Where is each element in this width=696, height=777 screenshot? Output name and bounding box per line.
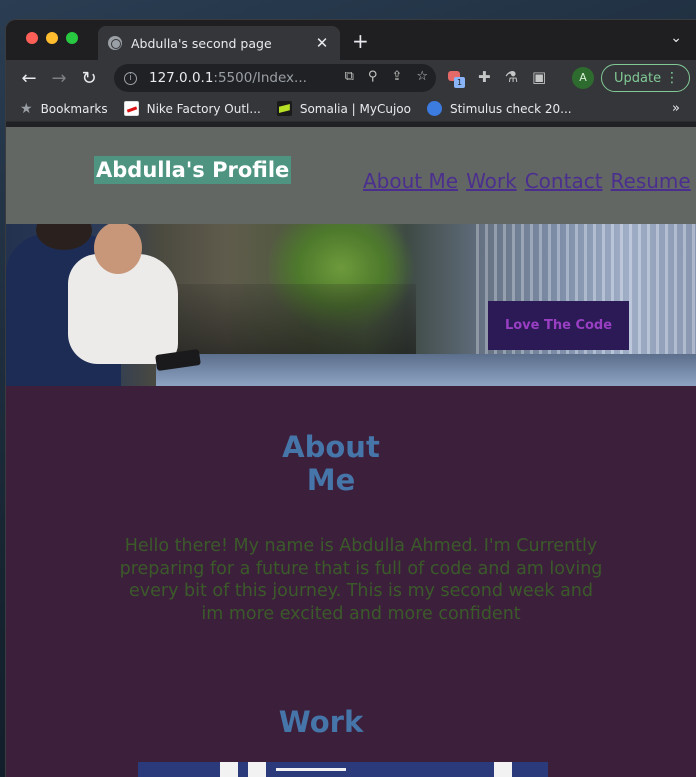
url-path: :5500/Index...: [213, 70, 307, 86]
site-nav: About Me Work Contact Resume: [363, 169, 691, 193]
stimulus-icon: [426, 101, 442, 116]
bookmark-item-bookmarks[interactable]: ★ Bookmarks: [20, 101, 108, 117]
update-button[interactable]: Update ⋮: [601, 64, 690, 92]
hero-banner-image: Love The Code: [6, 224, 696, 386]
site-title: Abdulla's Profile: [94, 156, 292, 184]
extensions-area: 1 ✚ ⚗ ▣: [448, 68, 546, 88]
browser-window: Abdulla's second page ✕ + ⌄ ← → ↻ i 127.…: [6, 20, 696, 777]
about-text: Hello there! My name is Abdulla Ahmed. I…: [119, 536, 603, 624]
flask-icon[interactable]: ⚗: [505, 68, 518, 86]
bookmarks-bar: ★ Bookmarks Nike Factory Outl... Somalia…: [6, 96, 696, 122]
bookmark-label: Bookmarks: [40, 101, 108, 116]
back-button[interactable]: ←: [14, 68, 44, 89]
tab-title: Abdulla's second page: [131, 35, 272, 51]
url-host: 127.0.0.1: [149, 70, 214, 86]
web-page: Abdulla's Profile About Me Work Contact …: [6, 127, 696, 777]
globe-icon: [108, 36, 122, 50]
zoom-icon[interactable]: ⚲: [368, 69, 378, 84]
translate-icon[interactable]: ⧉: [345, 69, 354, 84]
omnibox-actions: ⧉ ⚲ ⇪ ☆: [345, 69, 428, 84]
browser-toolbar: ← → ↻ i 127.0.0.1:5500/Index... ⧉ ⚲ ⇪ ☆ …: [6, 60, 696, 96]
tab-strip: Abdulla's second page ✕ + ⌄: [6, 20, 696, 60]
minimize-window-button[interactable]: [46, 32, 58, 44]
bookmark-item-stimulus[interactable]: Stimulus check 20...: [426, 101, 572, 116]
nav-link-resume[interactable]: Resume: [611, 169, 691, 193]
close-window-button[interactable]: [26, 32, 38, 44]
nav-link-contact[interactable]: Contact: [525, 169, 603, 193]
new-tab-button[interactable]: +: [352, 29, 369, 53]
tab-close-icon[interactable]: ✕: [314, 34, 330, 52]
work-heading: Work: [278, 705, 364, 739]
nav-link-work[interactable]: Work: [466, 169, 517, 193]
bookmark-label: Somalia | MyCujoo: [299, 101, 411, 116]
bookmarks-overflow-icon[interactable]: »: [672, 101, 680, 116]
bookmark-item-nike[interactable]: Nike Factory Outl...: [123, 101, 261, 116]
somalia-icon: [276, 101, 292, 116]
about-heading: About Me: [282, 430, 380, 497]
bookmark-star-icon[interactable]: ☆: [416, 69, 428, 84]
bookmark-label: Stimulus check 20...: [449, 101, 572, 116]
forward-button[interactable]: →: [44, 68, 74, 89]
site-header: Abdulla's Profile About Me Work Contact …: [6, 127, 696, 224]
star-icon: ★: [20, 100, 33, 117]
profile-avatar[interactable]: A: [572, 67, 594, 89]
tab-active[interactable]: Abdulla's second page ✕: [98, 26, 340, 60]
tab-search-chevron-icon[interactable]: ⌄: [670, 30, 682, 46]
reload-button[interactable]: ↻: [74, 68, 104, 89]
share-icon[interactable]: ⇪: [391, 69, 402, 84]
site-info-icon[interactable]: i: [124, 71, 137, 85]
nav-link-about[interactable]: About Me: [363, 169, 458, 193]
sidepanel-icon[interactable]: ▣: [532, 68, 546, 86]
extension-badge-icon[interactable]: 1: [448, 69, 465, 88]
update-label: Update: [614, 70, 662, 86]
nike-icon: [123, 101, 139, 116]
bookmark-label: Nike Factory Outl...: [146, 101, 261, 116]
love-the-code-button[interactable]: Love The Code: [488, 301, 629, 350]
puzzle-icon[interactable]: ✚: [478, 68, 491, 86]
work-image: [138, 762, 548, 777]
maximize-window-button[interactable]: [66, 32, 78, 44]
address-bar[interactable]: i 127.0.0.1:5500/Index... ⧉ ⚲ ⇪ ☆: [114, 64, 436, 92]
bookmark-item-somalia[interactable]: Somalia | MyCujoo: [276, 101, 411, 116]
menu-kebab-icon[interactable]: ⋮: [665, 70, 679, 86]
